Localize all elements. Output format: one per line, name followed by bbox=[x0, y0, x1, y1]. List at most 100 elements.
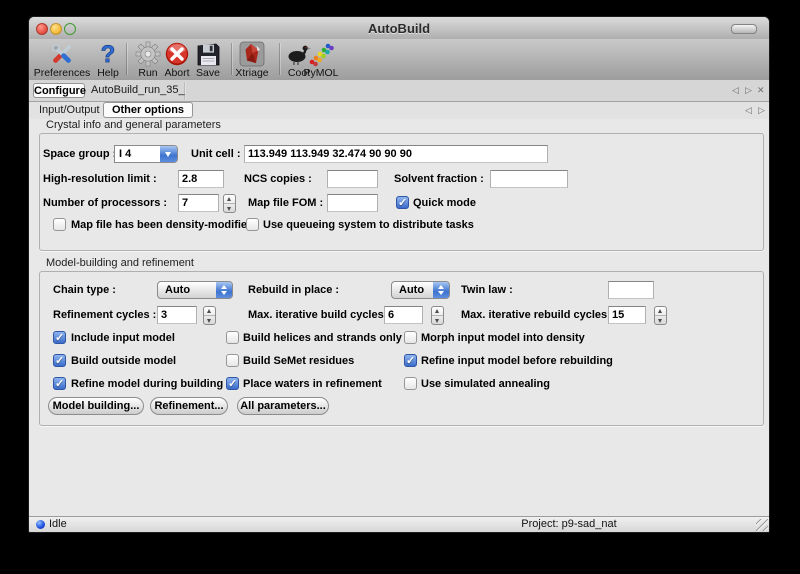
svg-text:?: ? bbox=[101, 41, 116, 67]
popup-arrows-button[interactable] bbox=[216, 282, 232, 298]
rebuild-cycles-input[interactable] bbox=[608, 306, 646, 324]
refine-before-rebuild-checkbox[interactable]: ✓ bbox=[404, 354, 417, 367]
refinement-button[interactable]: Refinement... bbox=[150, 397, 228, 415]
chevron-down-icon bbox=[438, 291, 444, 295]
toolbar-item-label: Help bbox=[90, 67, 126, 79]
build-cycles-stepper[interactable] bbox=[431, 306, 444, 325]
combo-arrow-button[interactable] bbox=[160, 146, 177, 162]
help-button[interactable]: ? Help bbox=[90, 40, 126, 79]
toolbar: Preferences ? Help bbox=[29, 39, 769, 81]
page-next-icon[interactable]: ▷ bbox=[758, 105, 765, 116]
refine-during-building-label: Refine model during building bbox=[71, 377, 223, 391]
unit-cell-input[interactable] bbox=[244, 145, 548, 163]
preferences-button[interactable]: Preferences bbox=[29, 40, 95, 79]
num-processors-stepper[interactable] bbox=[223, 194, 236, 213]
page-prev-icon[interactable]: ◁ bbox=[745, 105, 752, 116]
all-parameters-button[interactable]: All parameters... bbox=[237, 397, 329, 415]
build-helices-label: Build helices and strands only bbox=[243, 331, 402, 345]
quick-mode-checkbox[interactable]: ✓ bbox=[396, 196, 409, 209]
build-cycles-label: Max. iterative build cycles : bbox=[248, 308, 390, 322]
xtriage-button[interactable]: Xtriage bbox=[227, 40, 277, 79]
title-bar[interactable]: AutoBuild bbox=[29, 17, 769, 40]
chevron-up-icon bbox=[221, 285, 227, 289]
density-modified-label: Map file has been density-modified bbox=[71, 218, 254, 232]
refine-before-rebuild-label: Refine input model before rebuilding bbox=[421, 354, 613, 368]
resize-grip[interactable] bbox=[756, 519, 768, 531]
simulated-annealing-checkbox[interactable]: ✓ bbox=[404, 377, 417, 390]
rebuild-in-place-label: Rebuild in place : bbox=[248, 283, 339, 297]
tab-autobuild-run[interactable]: AutoBuild_run_35_ bbox=[91, 84, 185, 96]
num-processors-input[interactable] bbox=[178, 194, 219, 212]
rebuild-cycles-stepper[interactable] bbox=[654, 306, 667, 325]
pymol-button[interactable]: PyMOL bbox=[301, 40, 341, 79]
page-tab-bar: Input/Output Other options ◁ ▷ bbox=[29, 102, 769, 120]
solvent-fraction-label: Solvent fraction : bbox=[394, 172, 484, 186]
preferences-icon bbox=[49, 41, 75, 67]
num-processors-label: Number of processors : bbox=[43, 196, 167, 210]
refine-during-building-checkbox[interactable]: ✓ bbox=[53, 377, 66, 390]
stepper-down-icon bbox=[227, 207, 231, 211]
space-group-value: I 4 bbox=[119, 148, 131, 160]
build-outside-checkbox[interactable]: ✓ bbox=[53, 354, 66, 367]
xtriage-icon bbox=[239, 41, 265, 67]
checkmark-icon: ✓ bbox=[398, 196, 407, 209]
chevron-down-icon bbox=[221, 291, 227, 295]
build-semet-checkbox[interactable]: ✓ bbox=[226, 354, 239, 367]
status-text: Idle bbox=[49, 518, 67, 530]
density-modified-checkbox[interactable]: ✓ bbox=[53, 218, 66, 231]
group-title-model: Model-building and refinement bbox=[46, 257, 194, 269]
tab-next-icon[interactable]: ▷ bbox=[745, 85, 752, 96]
rebuild-cycles-label: Max. iterative rebuild cycles : bbox=[461, 308, 614, 322]
map-fom-label: Map file FOM : bbox=[248, 196, 323, 210]
tab-close-icon[interactable]: ✕ bbox=[757, 85, 765, 96]
app-window: AutoBuild Preferences bbox=[28, 16, 770, 533]
group-title-crystal: Crystal info and general parameters bbox=[46, 119, 221, 131]
build-cycles-input[interactable] bbox=[384, 306, 423, 324]
save-button[interactable]: Save bbox=[190, 40, 226, 79]
ncs-copies-input[interactable] bbox=[327, 170, 378, 188]
morph-model-label: Morph input model into density bbox=[421, 331, 585, 345]
rebuild-in-place-popup[interactable]: Auto bbox=[391, 281, 450, 299]
build-outside-label: Build outside model bbox=[71, 354, 176, 368]
tab-prev-icon[interactable]: ◁ bbox=[732, 85, 739, 96]
status-idle-icon bbox=[36, 520, 45, 529]
place-waters-label: Place waters in refinement bbox=[243, 377, 382, 391]
tab-input-output[interactable]: Input/Output bbox=[39, 104, 100, 116]
tab-separator bbox=[184, 82, 185, 100]
chevron-down-icon bbox=[165, 152, 171, 157]
toolbar-item-label: Save bbox=[190, 67, 226, 79]
save-floppy-icon bbox=[195, 41, 221, 67]
help-icon: ? bbox=[95, 41, 121, 67]
toolbar-item-label: Preferences bbox=[29, 67, 95, 79]
include-input-model-checkbox[interactable]: ✓ bbox=[53, 331, 66, 344]
project-label: Project: p9-sad_nat bbox=[469, 518, 669, 530]
refinement-cycles-stepper[interactable] bbox=[203, 306, 216, 325]
high-resolution-input[interactable] bbox=[178, 170, 224, 188]
chain-type-label: Chain type : bbox=[53, 283, 116, 297]
map-fom-input[interactable] bbox=[327, 194, 378, 212]
window-title: AutoBuild bbox=[29, 21, 769, 36]
queueing-label: Use queueing system to distribute tasks bbox=[263, 218, 474, 232]
tab-configure[interactable]: Configure bbox=[33, 83, 85, 98]
model-building-button[interactable]: Model building... bbox=[48, 397, 144, 415]
tab-other-options[interactable]: Other options bbox=[103, 102, 193, 118]
rebuild-in-place-value: Auto bbox=[399, 284, 424, 296]
refinement-cycles-input[interactable] bbox=[157, 306, 197, 324]
desktop-background: AutoBuild Preferences bbox=[0, 0, 800, 574]
queueing-checkbox[interactable]: ✓ bbox=[246, 218, 259, 231]
popup-arrows-button[interactable] bbox=[433, 282, 449, 298]
build-helices-checkbox[interactable]: ✓ bbox=[226, 331, 239, 344]
space-group-combobox[interactable]: I 4 bbox=[114, 145, 178, 163]
chevron-up-icon bbox=[438, 285, 444, 289]
solvent-fraction-input[interactable] bbox=[490, 170, 568, 188]
toolbar-toggle-button[interactable] bbox=[731, 24, 757, 34]
place-waters-checkbox[interactable]: ✓ bbox=[226, 377, 239, 390]
abort-icon bbox=[164, 41, 190, 67]
chain-type-value: Auto bbox=[165, 284, 190, 296]
chain-type-popup[interactable]: Auto bbox=[157, 281, 233, 299]
unit-cell-label: Unit cell : bbox=[191, 147, 241, 161]
toolbar-separator bbox=[279, 43, 280, 75]
morph-model-checkbox[interactable]: ✓ bbox=[404, 331, 417, 344]
twin-law-input[interactable] bbox=[608, 281, 654, 299]
high-resolution-label: High-resolution limit : bbox=[43, 172, 157, 186]
